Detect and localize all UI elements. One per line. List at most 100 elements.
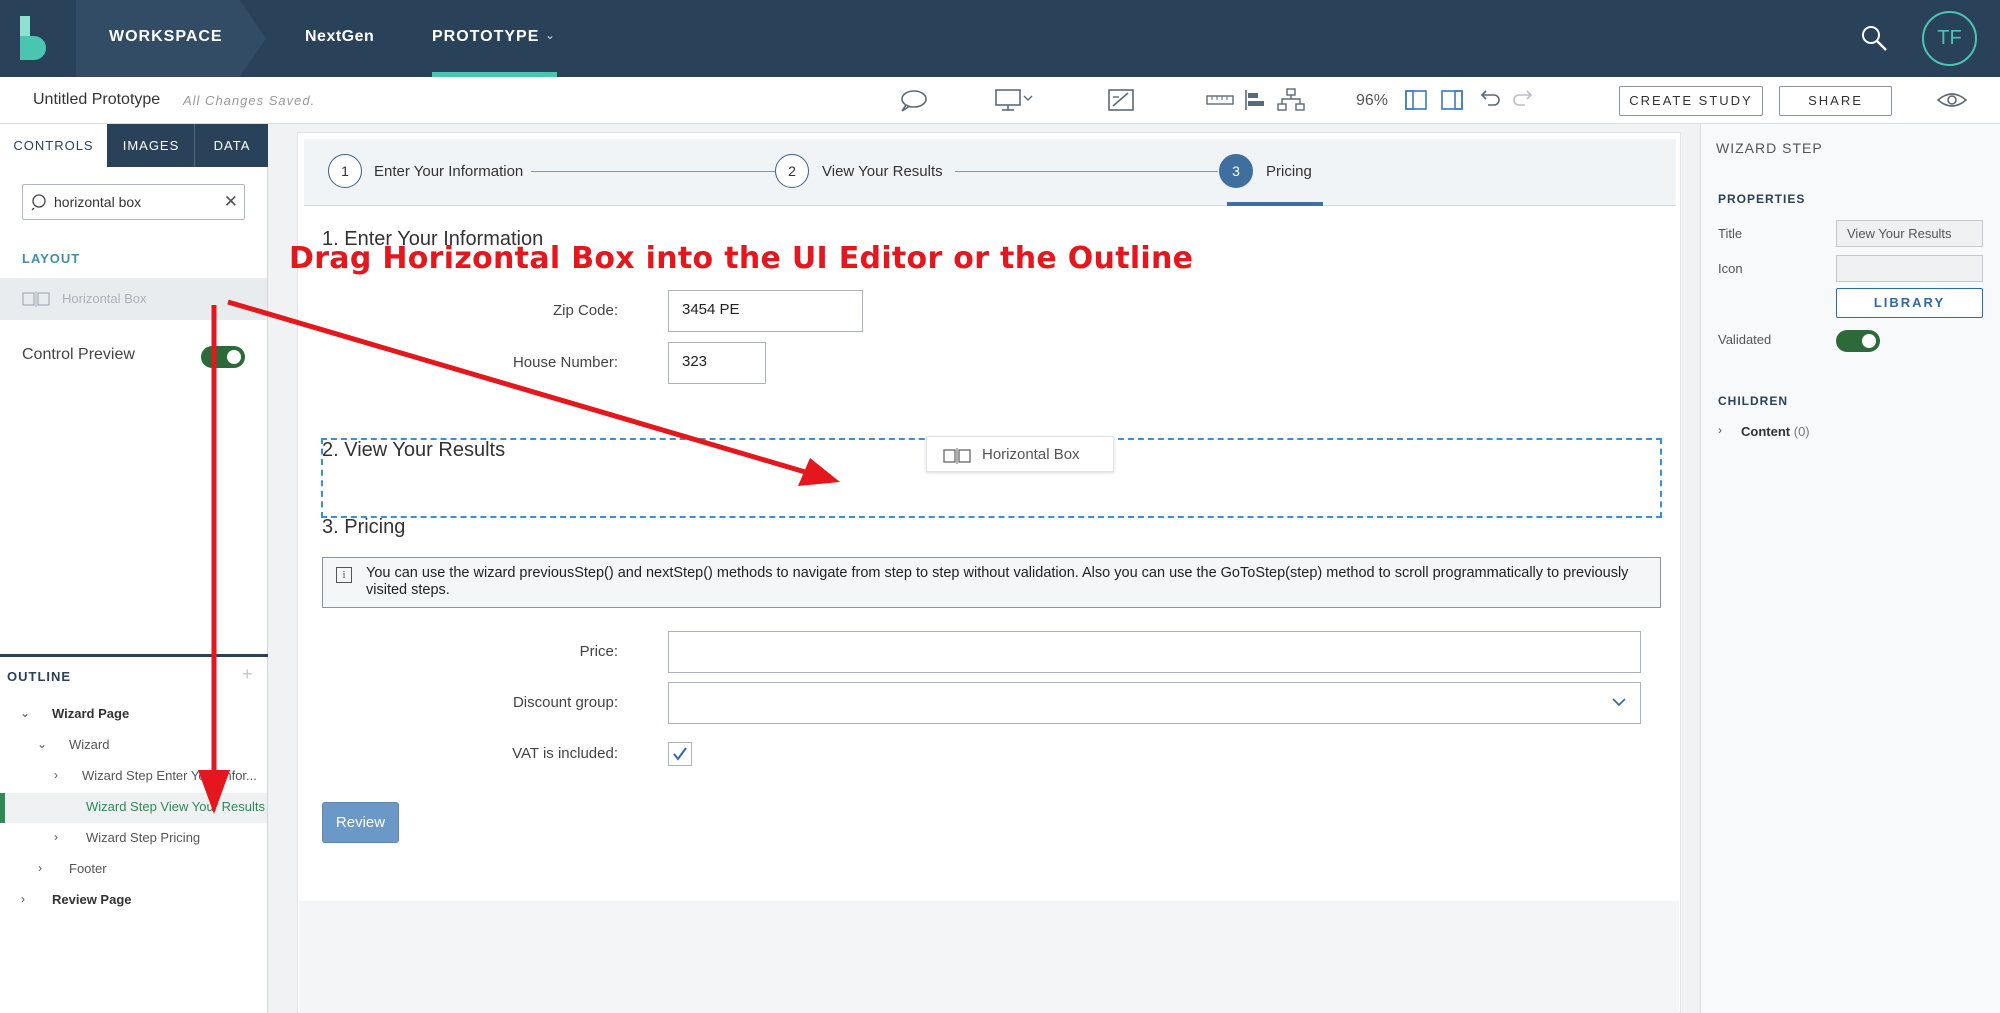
search-value: horizontal box	[54, 194, 142, 210]
control-preview-toggle[interactable]	[201, 346, 245, 368]
create-study-button[interactable]: CREATE STUDY	[1619, 86, 1763, 116]
editor-toolbar: Untitled Prototype All Changes Saved. 96…	[0, 77, 2000, 124]
tab-controls[interactable]: CONTROLS	[0, 124, 107, 167]
chevron-down-icon[interactable]: ⌄	[37, 737, 47, 751]
step-connector	[955, 171, 1218, 172]
outline-header: OUTLINE	[7, 669, 72, 684]
save-status: All Changes Saved.	[183, 93, 316, 108]
tab-data[interactable]: DATA	[196, 124, 268, 167]
price-label: Price:	[579, 643, 618, 660]
chevron-right-icon[interactable]: ›	[54, 768, 58, 782]
outline-item-step-enter-info[interactable]: Wizard Step Enter Your Infor...	[82, 768, 257, 783]
left-panel: CONTROLS IMAGES DATA horizontal box ✕ LA…	[0, 124, 268, 1013]
zoom-level[interactable]: 96%	[1356, 92, 1388, 110]
align-icon[interactable]	[1240, 87, 1270, 113]
outline-divider	[0, 654, 268, 657]
dragged-item-label: Horizontal Box	[982, 446, 1080, 463]
children-section-header: CHILDREN	[1718, 394, 1788, 408]
child-item-label: Content	[1741, 424, 1791, 439]
zip-code-input[interactable]: 3454 PE	[668, 290, 863, 332]
validated-toggle[interactable]	[1836, 330, 1880, 352]
chevron-down-icon[interactable]: ⌄	[20, 706, 30, 720]
outline-item-wizard-page[interactable]: Wizard Page	[52, 706, 129, 721]
add-icon[interactable]: +	[242, 664, 253, 685]
library-button[interactable]: LIBRARY	[1836, 288, 1983, 318]
discount-group-label: Discount group:	[512, 694, 618, 711]
chevron-right-icon[interactable]: ›	[38, 861, 42, 875]
step-1-number[interactable]: 1	[328, 154, 362, 188]
chevron-down-icon[interactable]: ⌄	[545, 28, 555, 42]
nav-workspace[interactable]: WORKSPACE	[109, 28, 223, 46]
info-message-text: You can use the wizard previousStep() an…	[366, 565, 1629, 598]
house-number-input[interactable]: 323	[668, 342, 766, 384]
house-number-label: House Number:	[512, 354, 618, 371]
outline-item-step-pricing[interactable]: Wizard Step Pricing	[86, 830, 200, 845]
redo-icon[interactable]	[1509, 87, 1539, 113]
info-message-strip: i You can use the wizard previousStep() …	[322, 557, 1661, 608]
search-icon	[31, 194, 46, 211]
project-title[interactable]: Untitled Prototype	[33, 91, 160, 109]
review-button[interactable]: Review	[322, 802, 399, 843]
chevron-right-icon[interactable]: ›	[21, 892, 25, 906]
clear-icon[interactable]: ✕	[224, 192, 238, 212]
layout-section-header: LAYOUT	[22, 251, 81, 266]
wizard-progress-bar: 1 Enter Your Information 2 View Your Res…	[304, 139, 1676, 206]
title-property-input[interactable]: View Your Results	[1836, 220, 1983, 247]
info-icon: i	[336, 567, 352, 583]
icon-property-input[interactable]	[1836, 255, 1983, 282]
canvas-footer-area	[299, 901, 1679, 1013]
step-3-number[interactable]: 3	[1219, 154, 1253, 188]
tutorial-annotation: Drag Horizontal Box into the UI Editor o…	[289, 241, 1194, 276]
panel-title: WIZARD STEP	[1716, 140, 1823, 156]
app-logo-icon[interactable]	[18, 14, 54, 62]
icon-property-label: Icon	[1718, 261, 1743, 276]
section-title-3: 3. Pricing	[322, 516, 406, 538]
step-3-label[interactable]: Pricing	[1266, 163, 1312, 180]
checkmark-icon	[673, 747, 687, 761]
nav-nextgen[interactable]: NextGen	[305, 28, 374, 46]
active-step-indicator	[1227, 202, 1323, 206]
validated-property-label: Validated	[1718, 332, 1772, 347]
properties-panel: WIZARD STEP PROPERTIES Title View Your R…	[1700, 124, 2000, 1013]
panel-right-icon[interactable]	[1437, 87, 1467, 113]
tab-images[interactable]: IMAGES	[108, 124, 195, 167]
chevron-down-icon	[1612, 698, 1626, 707]
avatar[interactable]: TF	[1922, 11, 1977, 66]
horizontal-box-control[interactable]: Horizontal Box	[0, 278, 267, 320]
horizontal-box-icon	[22, 291, 50, 307]
properties-section-header: PROPERTIES	[1718, 192, 1806, 206]
chevron-right-icon[interactable]: ›	[1718, 423, 1722, 437]
discount-group-select[interactable]	[668, 682, 1641, 724]
search-icon[interactable]	[1860, 24, 1888, 52]
child-item-count: (0)	[1793, 424, 1810, 439]
vat-included-label: VAT is included:	[512, 745, 618, 762]
title-property-label: Title	[1718, 226, 1743, 241]
search-input[interactable]: horizontal box ✕	[22, 184, 245, 220]
step-connector	[531, 171, 775, 172]
horizontal-box-label: Horizontal Box	[62, 291, 147, 306]
hierarchy-icon[interactable]	[1276, 87, 1306, 113]
nav-prototype[interactable]: PROTOTYPE	[432, 28, 539, 46]
share-button[interactable]: SHARE	[1779, 86, 1892, 116]
control-preview-label: Control Preview	[22, 346, 135, 363]
children-content-item[interactable]: Content (0)	[1741, 424, 1810, 439]
step-1-label[interactable]: Enter Your Information	[374, 163, 523, 180]
outline-item-footer[interactable]: Footer	[69, 861, 107, 876]
price-input[interactable]	[668, 631, 1641, 673]
panel-left-icon[interactable]	[1401, 87, 1431, 113]
ruler-icon[interactable]	[1205, 87, 1235, 113]
section-title-2: 2. View Your Results	[322, 439, 506, 461]
chevron-right-icon[interactable]: ›	[54, 830, 58, 844]
dragged-horizontal-box[interactable]: Horizontal Box	[926, 436, 1114, 472]
step-2-number[interactable]: 2	[775, 154, 809, 188]
outline-item-step-view-results[interactable]: Wizard Step View Your Results	[86, 799, 265, 814]
desktop-icon[interactable]	[993, 87, 1035, 113]
outline-item-review-page[interactable]: Review Page	[52, 892, 132, 907]
edit-board-icon[interactable]	[1106, 87, 1136, 113]
step-2-label[interactable]: View Your Results	[822, 163, 943, 180]
outline-item-wizard[interactable]: Wizard	[69, 737, 109, 752]
eye-icon[interactable]	[1935, 87, 1969, 113]
vat-included-checkbox[interactable]	[668, 742, 692, 766]
undo-icon[interactable]	[1474, 87, 1504, 113]
comment-icon[interactable]	[898, 87, 928, 113]
